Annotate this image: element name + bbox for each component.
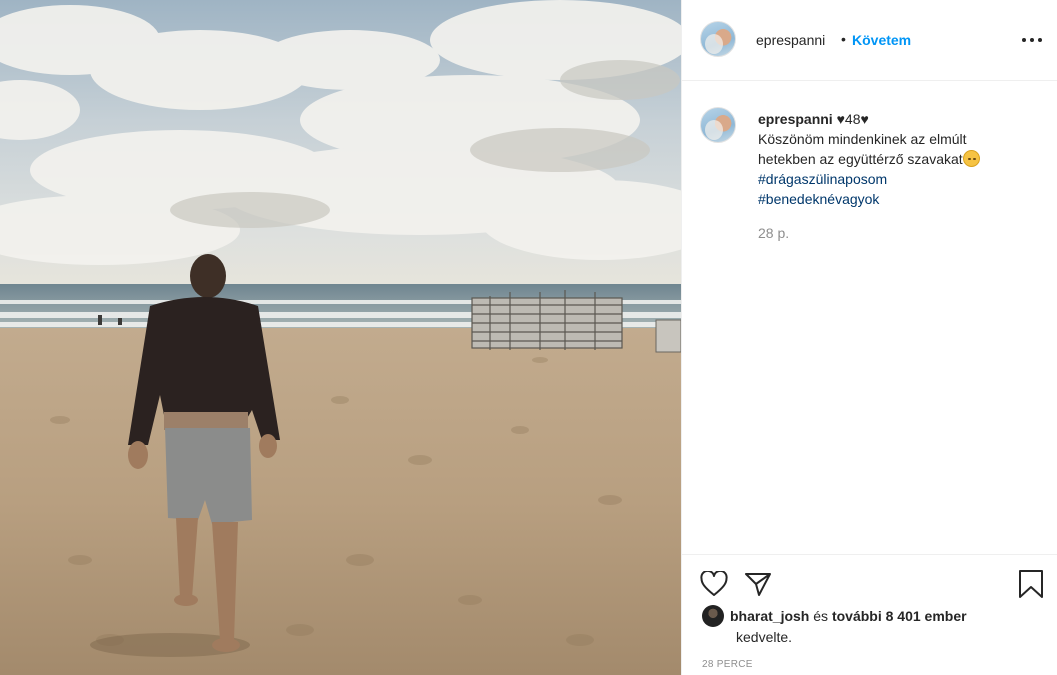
likes-summary: bharat_josh és további 8 401 ember kedve… (702, 605, 1042, 647)
bookmark-icon[interactable] (1018, 569, 1044, 604)
liker-username[interactable]: bharat_josh (730, 608, 809, 624)
heart-icon[interactable] (700, 569, 728, 602)
post-photo (0, 0, 681, 675)
likes-count-link[interactable]: további 8 401 ember (832, 608, 967, 624)
post-side-panel: eprespanni • Követem eprespanni ♥48♥ Kös… (681, 0, 1057, 675)
following-button[interactable]: Követem (852, 32, 911, 48)
post-header: eprespanni • Követem (682, 0, 1057, 81)
caption-text: eprespanni ♥48♥ Köszönöm mindenkinek az … (758, 109, 1028, 209)
hashtag-link-2[interactable]: #benedeknévagyok (758, 189, 1028, 209)
author-avatar[interactable] (700, 21, 736, 57)
beach-photo-illustration (0, 0, 681, 675)
author-username[interactable]: eprespanni (756, 32, 825, 48)
caption-time-ago: 28 p. (758, 225, 790, 241)
post-date[interactable]: 28 PERCE (702, 659, 753, 670)
caption-hearts: ♥48♥ (836, 111, 869, 127)
caption-avatar[interactable] (700, 107, 736, 143)
more-options-icon[interactable] (1020, 32, 1044, 48)
likes-suffix: kedvelte. (736, 629, 793, 645)
sad-face-emoji-icon (962, 150, 980, 167)
liker-avatar[interactable] (702, 605, 724, 627)
separator-dot: • (841, 31, 846, 47)
hashtag-link-1[interactable]: #drágaszülinaposom (758, 169, 1028, 189)
likes-connector: és (813, 608, 829, 624)
paper-plane-icon[interactable] (744, 571, 772, 602)
caption-body: Köszönöm mindenkinek az elmúlt hetekben … (758, 131, 967, 167)
post-actions: bharat_josh és további 8 401 ember kedve… (682, 554, 1057, 675)
caption-username[interactable]: eprespanni (758, 111, 833, 127)
